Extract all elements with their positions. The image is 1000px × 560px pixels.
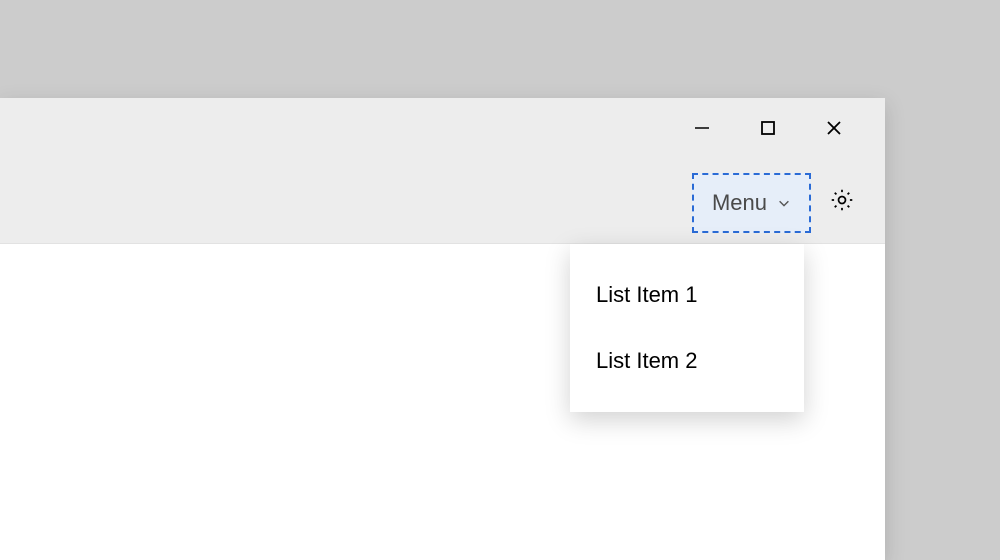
maximize-icon bbox=[760, 120, 776, 141]
close-icon bbox=[826, 120, 842, 141]
close-button[interactable] bbox=[801, 98, 867, 162]
list-item-label: List Item 1 bbox=[596, 282, 697, 307]
maximize-button[interactable] bbox=[735, 98, 801, 162]
titlebar bbox=[0, 98, 885, 162]
content-area: List Item 1 List Item 2 bbox=[0, 244, 885, 560]
gear-icon bbox=[829, 187, 855, 218]
list-item[interactable]: List Item 2 bbox=[570, 328, 804, 394]
minimize-button[interactable] bbox=[669, 98, 735, 162]
settings-button[interactable] bbox=[817, 178, 867, 228]
list-item-label: List Item 2 bbox=[596, 348, 697, 373]
toolbar: Menu bbox=[0, 162, 885, 244]
menu-dropdown: List Item 1 List Item 2 bbox=[570, 244, 804, 412]
chevron-down-icon bbox=[777, 196, 791, 210]
minimize-icon bbox=[694, 120, 710, 141]
menu-button[interactable]: Menu bbox=[692, 173, 811, 233]
menu-button-label: Menu bbox=[712, 190, 767, 216]
app-window: Menu List Item 1 List Item 2 bbox=[0, 98, 885, 560]
list-item[interactable]: List Item 1 bbox=[570, 262, 804, 328]
